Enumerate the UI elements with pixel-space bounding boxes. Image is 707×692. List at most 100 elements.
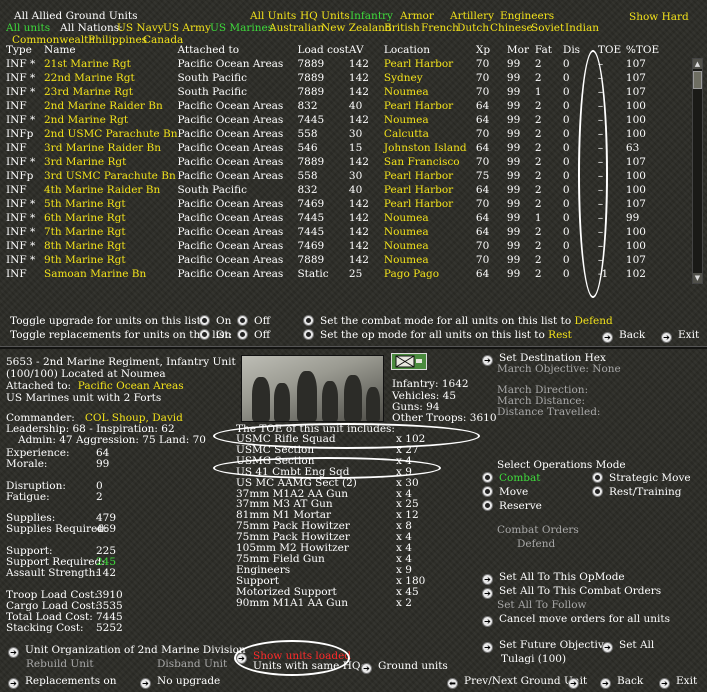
cell-name[interactable]: Samoan Marine Bn [44, 267, 177, 281]
col-fat[interactable]: Fat [535, 43, 563, 57]
nation-soviet[interactable]: Soviet [531, 22, 564, 35]
table-row[interactable]: INFp 2nd USMC Parachute Bn Pacific Ocean A… [6, 127, 666, 141]
cancel-move-button[interactable]: ➔ Cancel move orders for all units [482, 613, 670, 627]
op-mode-all[interactable]: Set the op mode for all units on this li… [303, 329, 572, 342]
cell-location[interactable]: Noumea [384, 239, 476, 253]
disband-unit-button[interactable]: Disband Unit [157, 658, 227, 671]
cell-location[interactable]: Sydney [384, 71, 476, 85]
col-xp[interactable]: Xp [476, 43, 507, 57]
set-all-objective-button[interactable]: ➔ Set All [602, 639, 654, 653]
scroll-thumb[interactable] [693, 71, 702, 89]
cell-name[interactable]: 6th Marine Rgt [44, 211, 177, 225]
table-row[interactable]: INF * 6th Marine Rgt Pacific Ocean Areas 74… [6, 211, 666, 225]
cell-location[interactable]: Noumea [384, 253, 476, 267]
next-arrow-button[interactable]: ➔ [568, 675, 585, 689]
set-all-follow[interactable]: Set All To Follow [497, 599, 587, 612]
top-back-button[interactable]: ➔ Back [602, 329, 645, 343]
cell-location[interactable]: Pearl Harbor [384, 169, 476, 183]
nation-new-zealand[interactable]: New Zealand [321, 22, 392, 35]
cell-name[interactable]: 3rd Marine Raider Bn [44, 141, 177, 155]
cell-name[interactable]: 8th Marine Rgt [44, 239, 177, 253]
replacements-on-button[interactable]: ➔ Replacements on [8, 675, 117, 689]
combat-mode-all[interactable]: Set the combat mode for all units on thi… [303, 315, 613, 328]
cell-name[interactable]: 22nd Marine Rgt [44, 71, 177, 85]
unit-organization-button[interactable]: ➔ Unit Organization of 2nd Marine Divisio… [8, 644, 246, 658]
replacements-on[interactable]: On [199, 329, 231, 342]
combat-orders-value[interactable]: Defend [517, 538, 555, 551]
combat-mode-value[interactable]: Defend [575, 315, 613, 327]
cell-location[interactable]: Noumea [384, 211, 476, 225]
col-mor[interactable]: Mor [507, 43, 535, 57]
nation-australian[interactable]: Australian [269, 22, 324, 35]
cell-name[interactable]: 21st Marine Rgt [44, 57, 177, 71]
top-exit-button[interactable]: ➔ Exit [661, 329, 699, 343]
table-row[interactable]: INF * 22nd Marine Rgt South Pacific 7889 142… [6, 71, 666, 85]
scroll-up-arrow[interactable]: ▲ [693, 59, 702, 69]
cell-name[interactable]: 7th Marine Rgt [44, 225, 177, 239]
cell-name[interactable]: 3rd USMC Parachute Bn [44, 169, 177, 183]
cell-name[interactable]: 9th Marine Rgt [44, 253, 177, 267]
cell-name[interactable]: 5th Marine Rgt [44, 197, 177, 211]
prev-next-unit-button[interactable]: ⬅ Prev/Next Ground Unit [447, 675, 587, 689]
nation-indian[interactable]: Indian [565, 22, 599, 35]
list-scrollbar[interactable]: ▲ ▼ [692, 58, 703, 284]
table-row[interactable]: INF * 2nd Marine Rgt Pacific Ocean Areas 74… [6, 113, 666, 127]
cell-location[interactable]: Johnston Island [384, 141, 476, 155]
col-name[interactable]: Name [44, 43, 177, 57]
table-row[interactable]: INF * 9th Marine Rgt Pacific Ocean Areas 78… [6, 253, 666, 267]
opmode-combat[interactable]: Combat [482, 472, 541, 485]
table-row[interactable]: INF * 8th Marine Rgt Pacific Ocean Areas 74… [6, 239, 666, 253]
table-row[interactable]: INF * 7th Marine Rgt Pacific Ocean Areas 74… [6, 225, 666, 239]
cell-name[interactable]: 23rd Marine Rgt [44, 85, 177, 99]
nation-british[interactable]: British [384, 22, 420, 35]
cell-location[interactable]: Pearl Harbor [384, 99, 476, 113]
opmode-reserve[interactable]: Reserve [482, 500, 542, 513]
table-row[interactable]: INF Samoan Marine Bn Pacific Ocean Areas St… [6, 267, 666, 281]
set-future-objective-button[interactable]: ➔ Set Future Objective [482, 639, 610, 653]
ground-units-button[interactable]: ➔ Ground units [361, 660, 448, 674]
col-attached[interactable]: Attached to [177, 43, 297, 57]
nation-dutch[interactable]: Dutch [457, 22, 489, 35]
table-row[interactable]: INFp 3rd USMC Parachute Bn Pacific Ocean A… [6, 169, 666, 183]
col-pct-toe[interactable]: %TOE [626, 43, 666, 57]
col-type[interactable]: Type [6, 43, 44, 57]
no-upgrade-button[interactable]: ➔ No upgrade [140, 675, 220, 689]
show-hard-toggle[interactable]: Show Hard [629, 11, 689, 24]
nation-chinese[interactable]: Chinese [490, 22, 533, 35]
nation-french[interactable]: French [421, 22, 459, 35]
opmode-strategic-move[interactable]: Strategic Move [592, 472, 691, 485]
table-row[interactable]: INF 3rd Marine Raider Bn Pacific Ocean Are… [6, 141, 666, 155]
set-all-combat-button[interactable]: ➔ Set All To This Combat Orders [482, 585, 661, 599]
op-mode-value[interactable]: Rest [548, 329, 572, 341]
table-row[interactable]: INF 4th Marine Raider Bn South Pacific 832 4… [6, 183, 666, 197]
table-row[interactable]: INF * 23rd Marine Rgt South Pacific 7889 142… [6, 85, 666, 99]
nation-us-marines[interactable]: US Marines [210, 22, 273, 35]
bottom-exit-button[interactable]: ➔ Exit [659, 675, 697, 689]
scroll-down-arrow[interactable]: ▼ [693, 273, 702, 283]
table-row[interactable]: INF 2nd Marine Raider Bn Pacific Ocean Are… [6, 99, 666, 113]
upgrade-off[interactable]: Off [237, 315, 270, 328]
cell-location[interactable]: San Francisco [384, 155, 476, 169]
rebuild-unit-button[interactable]: Rebuild Unit [26, 658, 94, 671]
cell-location[interactable]: Pearl Harbor [384, 57, 476, 71]
col-toe[interactable]: TOE [598, 43, 626, 57]
replacements-off[interactable]: Off [237, 329, 270, 342]
cell-name[interactable]: 2nd Marine Raider Bn [44, 99, 177, 113]
attached-hq-link[interactable]: Pacific Ocean Areas [78, 380, 184, 392]
cell-location[interactable]: Noumea [384, 113, 476, 127]
cell-name[interactable]: 3rd Marine Rgt [44, 155, 177, 169]
set-all-opmode-button[interactable]: ➔ Set All To This OpMode [482, 571, 625, 585]
bottom-back-button[interactable]: ➔ Back [600, 675, 643, 689]
cell-location[interactable]: Calcutta [384, 127, 476, 141]
cell-location[interactable]: Pearl Harbor [384, 197, 476, 211]
upgrade-on[interactable]: On [199, 315, 231, 328]
col-av[interactable]: AV [349, 43, 384, 57]
table-row[interactable]: INF * 5th Marine Rgt Pacific Ocean Areas 74… [6, 197, 666, 211]
cell-location[interactable]: Pago Pago [384, 267, 476, 281]
col-location[interactable]: Location [384, 43, 476, 57]
table-row[interactable]: INF * 21st Marine Rgt Pacific Ocean Areas 7… [6, 57, 666, 71]
cell-location[interactable]: Noumea [384, 225, 476, 239]
cell-name[interactable]: 2nd Marine Rgt [44, 113, 177, 127]
cell-location[interactable]: Noumea [384, 85, 476, 99]
table-row[interactable]: INF * 3rd Marine Rgt Pacific Ocean Areas 78… [6, 155, 666, 169]
